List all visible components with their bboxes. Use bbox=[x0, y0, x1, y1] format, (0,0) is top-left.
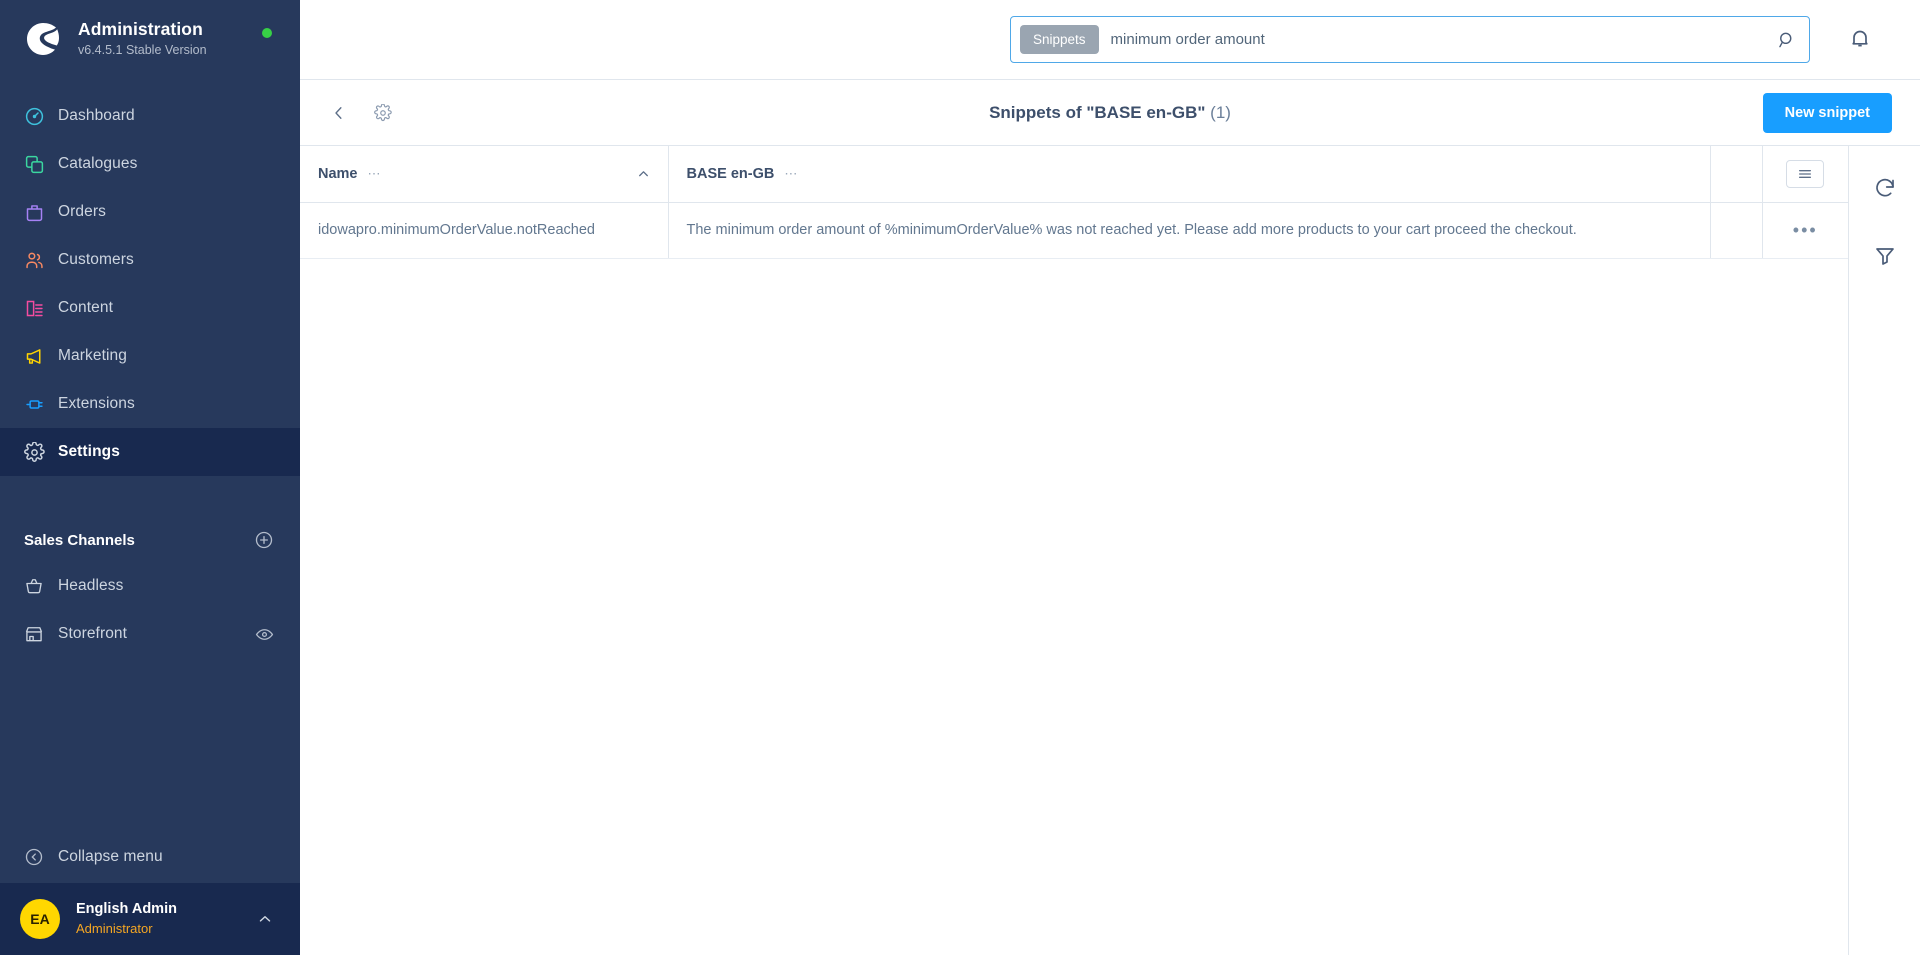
sidebar-item-label: Content bbox=[58, 299, 113, 316]
main-region: Snippets minimum order amount Snippets o… bbox=[300, 0, 1920, 955]
page-settings-gear-icon[interactable] bbox=[366, 98, 400, 128]
plus-circle-icon[interactable] bbox=[254, 530, 274, 550]
sales-channel-label: Headless bbox=[58, 577, 124, 594]
right-rail bbox=[1848, 146, 1920, 955]
sidebar-item-settings[interactable]: Settings bbox=[0, 428, 300, 476]
sales-channel-label: Storefront bbox=[58, 625, 128, 642]
chevron-left-icon[interactable] bbox=[320, 98, 358, 128]
gear-icon bbox=[24, 441, 58, 463]
snippets-table: Name ⋯ BASE en-GB ⋯ idowapro.minimumOrde… bbox=[300, 146, 1848, 259]
cell-snippet-name: idowapro.minimumOrderValue.notReached bbox=[300, 202, 668, 259]
brand-header[interactable]: Administration v6.4.5.1 Stable Version bbox=[0, 0, 300, 78]
sidebar-item-dashboard[interactable]: Dashboard bbox=[0, 92, 300, 140]
shop-icon bbox=[24, 624, 58, 644]
user-name: English Admin bbox=[76, 901, 177, 918]
page-title-count: (1) bbox=[1210, 102, 1231, 122]
sales-channel-headless[interactable]: Headless bbox=[0, 562, 300, 610]
table-body: idowapro.minimumOrderValue.notReached Th… bbox=[300, 202, 1848, 259]
column-header-name[interactable]: Name ⋯ bbox=[300, 146, 668, 203]
sidebar-item-marketing[interactable]: Marketing bbox=[0, 332, 300, 380]
sidebar-item-label: Dashboard bbox=[58, 107, 135, 124]
column-header-base-en-gb[interactable]: BASE en-GB ⋯ bbox=[667, 146, 1710, 203]
sidebar-item-label: Orders bbox=[58, 203, 106, 220]
column-header-view-toggle bbox=[1761, 146, 1848, 203]
table-header-row: Name ⋯ BASE en-GB ⋯ bbox=[300, 146, 1848, 203]
new-snippet-button[interactable]: New snippet bbox=[1762, 92, 1892, 133]
search-box[interactable]: Snippets bbox=[1010, 16, 1810, 63]
sidebar-item-label: Settings bbox=[58, 443, 120, 460]
sidebar-item-label: Extensions bbox=[58, 395, 135, 412]
column-header-label: BASE en-GB bbox=[686, 165, 775, 182]
chevron-up-icon[interactable] bbox=[256, 910, 274, 928]
column-header-label: Name bbox=[318, 165, 358, 182]
collapse-menu-button[interactable]: Collapse menu bbox=[0, 831, 300, 883]
content-area: Name ⋯ BASE en-GB ⋯ idowapro.minimumOrde… bbox=[300, 146, 1920, 955]
column-header-spacer bbox=[1709, 146, 1762, 203]
dashboard-icon bbox=[24, 106, 58, 127]
sidebar-item-extensions[interactable]: Extensions bbox=[0, 380, 300, 428]
table-header: Name ⋯ BASE en-GB ⋯ bbox=[300, 146, 1848, 203]
search-scope-pill[interactable]: Snippets bbox=[1020, 25, 1099, 54]
filter-icon[interactable] bbox=[1869, 240, 1901, 272]
refresh-icon[interactable] bbox=[1869, 172, 1901, 204]
global-search: Snippets bbox=[1010, 16, 1810, 63]
top-bar: Snippets bbox=[300, 0, 1920, 80]
sidebar-item-customers[interactable]: Customers bbox=[0, 236, 300, 284]
bell-icon[interactable] bbox=[1848, 26, 1872, 50]
sidebar-item-label: Catalogues bbox=[58, 155, 138, 172]
search-input[interactable] bbox=[1110, 31, 1777, 48]
marketing-icon bbox=[24, 346, 58, 367]
basket-icon bbox=[24, 576, 58, 596]
page-header: Snippets of "BASE en-GB" (1) New snippet bbox=[300, 80, 1920, 146]
avatar: EA bbox=[20, 899, 60, 939]
extensions-icon bbox=[24, 394, 58, 415]
user-role: Administrator bbox=[76, 921, 153, 936]
sidebar-item-orders[interactable]: Orders bbox=[0, 188, 300, 236]
brand-title: Administration bbox=[78, 19, 203, 40]
column-menu-dots[interactable]: ⋯ bbox=[784, 166, 798, 182]
eye-icon[interactable] bbox=[255, 625, 274, 644]
app-root: Administration v6.4.5.1 Stable Version D… bbox=[0, 0, 1920, 955]
cell-spacer bbox=[1709, 202, 1762, 259]
collapse-icon bbox=[24, 847, 58, 867]
collapse-menu-label: Collapse menu bbox=[58, 848, 163, 865]
sort-ascending-icon[interactable] bbox=[637, 167, 650, 180]
sidebar-item-label: Customers bbox=[58, 251, 134, 268]
user-menu[interactable]: EA English Admin Administrator bbox=[0, 883, 300, 955]
brand-version: v6.4.5.1 Stable Version bbox=[78, 43, 207, 58]
main-navigation: Dashboard Catalogues Orders Customers Co… bbox=[0, 92, 300, 476]
sidebar-item-content[interactable]: Content bbox=[0, 284, 300, 332]
customers-icon bbox=[24, 250, 58, 271]
sidebar-item-catalogues[interactable]: Catalogues bbox=[0, 140, 300, 188]
shopware-logo-icon bbox=[22, 18, 64, 60]
status-dot-icon bbox=[262, 28, 272, 38]
orders-icon bbox=[24, 202, 58, 223]
column-menu-dots[interactable]: ⋯ bbox=[368, 166, 382, 182]
cell-snippet-value: The minimum order amount of %minimumOrde… bbox=[667, 202, 1710, 259]
content-icon bbox=[24, 298, 58, 319]
sidebar: Administration v6.4.5.1 Stable Version D… bbox=[0, 0, 300, 955]
page-title: Snippets of "BASE en-GB" (1) bbox=[300, 103, 1920, 123]
row-context-menu-dots[interactable]: ••• bbox=[1793, 220, 1818, 240]
page-actions: New snippet bbox=[1762, 92, 1892, 133]
sales-channels-header: Sales Channels bbox=[0, 518, 300, 562]
list-view-icon[interactable] bbox=[1786, 159, 1825, 188]
page-title-text: Snippets of "BASE en-GB" bbox=[989, 102, 1206, 122]
sidebar-item-label: Marketing bbox=[58, 347, 127, 364]
table-row[interactable]: idowapro.minimumOrderValue.notReached Th… bbox=[300, 202, 1848, 259]
search-icon[interactable] bbox=[1777, 30, 1797, 50]
sales-channel-storefront[interactable]: Storefront bbox=[0, 610, 300, 658]
snippet-table-zone: Name ⋯ BASE en-GB ⋯ idowapro.minimumOrde… bbox=[300, 146, 1848, 955]
catalogues-icon bbox=[24, 154, 58, 175]
cell-row-actions: ••• bbox=[1761, 202, 1848, 259]
sales-channels-title: Sales Channels bbox=[24, 531, 135, 549]
